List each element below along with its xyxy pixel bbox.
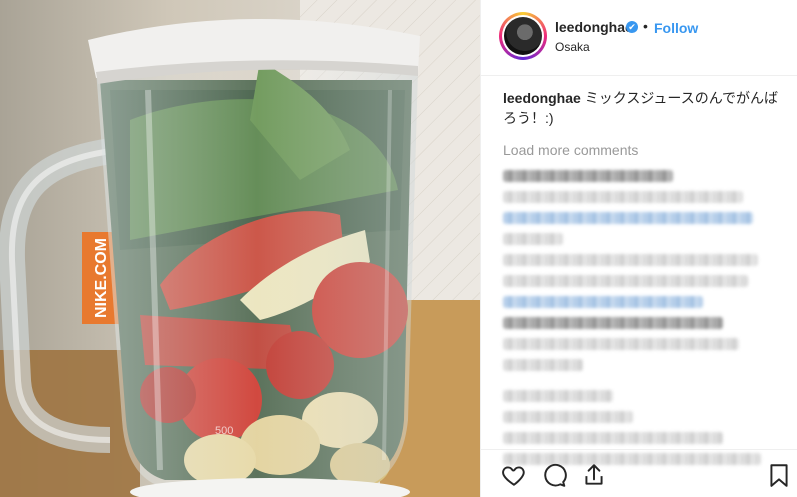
load-more-comments-button[interactable]: Load more comments	[503, 142, 778, 158]
comment-blurred	[503, 390, 613, 402]
comment-blurred	[503, 212, 753, 224]
username-link[interactable]: leedonghae	[555, 19, 633, 35]
post-actions-bar	[481, 449, 797, 497]
post-header: leedonghae ✔ • Follow Osaka	[481, 0, 797, 76]
post-photo[interactable]: NIKE.COM 500	[0, 0, 480, 497]
blender-jar-image: NIKE.COM 500	[0, 0, 480, 497]
comment-gap	[503, 371, 778, 381]
comment-blurred	[503, 296, 703, 308]
comment-blurred	[503, 275, 748, 287]
share-icon[interactable]	[581, 462, 607, 488]
follow-button[interactable]: Follow	[654, 20, 698, 36]
location-link[interactable]: Osaka	[555, 40, 590, 54]
comment-blurred	[503, 432, 723, 444]
box-label: NIKE.COM	[93, 238, 110, 318]
comment-blurred	[503, 359, 583, 371]
comment-blurred	[503, 254, 758, 266]
avatar[interactable]	[499, 12, 547, 60]
post-caption: leedonghae ミックスジュースのんでがんばろう！:)	[503, 88, 778, 128]
comment-blurred	[503, 338, 739, 350]
heart-icon[interactable]	[501, 462, 527, 488]
comment-blurred	[503, 170, 673, 182]
avatar-frame	[502, 15, 544, 57]
separator-dot: •	[643, 18, 648, 34]
comments-section: leedonghae ミックスジュースのんでがんばろう！:) Load more …	[481, 76, 797, 465]
measure-mark: 500	[215, 425, 233, 437]
comment-icon[interactable]	[541, 462, 567, 488]
comment-blurred	[503, 191, 743, 203]
comment-blurred	[503, 411, 633, 423]
comment-blurred	[503, 233, 563, 245]
caption-username[interactable]: leedonghae	[503, 90, 581, 106]
avatar-image	[504, 17, 542, 55]
comment-blurred	[503, 317, 723, 329]
post-side-panel: leedonghae ✔ • Follow Osaka leedonghae ミッ…	[480, 0, 797, 497]
bookmark-icon[interactable]	[766, 462, 792, 488]
verified-badge-icon: ✔	[626, 21, 638, 33]
